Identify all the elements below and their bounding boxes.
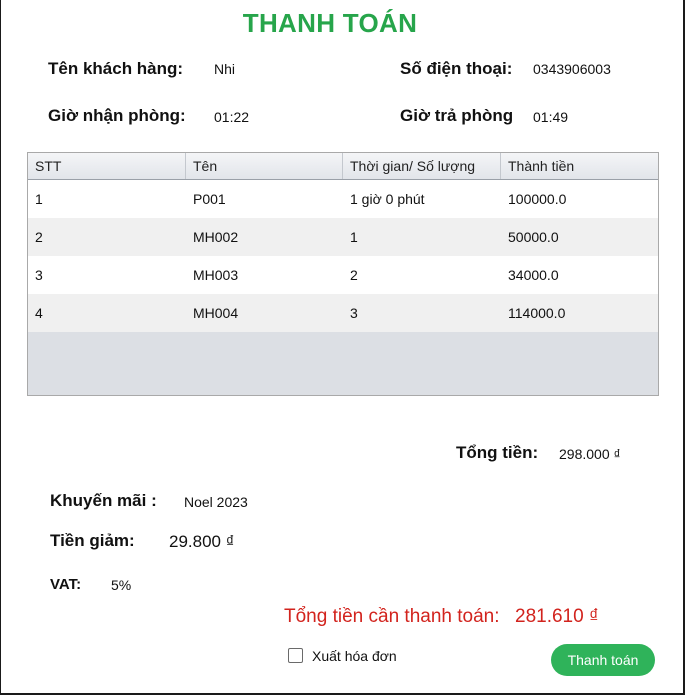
cell-stt: 4	[35, 305, 43, 321]
table-row[interactable]: 2 MH002 1 50000.0	[28, 218, 658, 256]
cell-quantity: 2	[350, 267, 358, 283]
column-header-quantity[interactable]: Thời gian/ Số lượng	[343, 153, 501, 179]
promotion-value: Noel 2023	[184, 494, 248, 510]
invoice-checkbox-label[interactable]: Xuất hóa đơn	[312, 648, 397, 664]
checkin-label: Giờ nhận phòng:	[48, 106, 186, 125]
vat-label: VAT:	[50, 576, 82, 593]
column-header-name[interactable]: Tên	[186, 153, 343, 179]
table-row[interactable]: 3 MH003 2 34000.0	[28, 256, 658, 294]
cell-quantity: 1 giờ 0 phút	[350, 191, 425, 207]
cell-stt: 3	[35, 267, 43, 283]
checkout-value: 01:49	[533, 109, 569, 125]
discount-label: Tiền giảm:	[50, 531, 135, 550]
table-header: STT Tên Thời gian/ Số lượng Thành tiền	[28, 153, 658, 180]
checkout-label: Giờ trả phòng	[400, 106, 514, 125]
grand-total-label: Tổng tiền cần thanh toán:	[284, 606, 500, 627]
table-row[interactable]: 1 P001 1 giờ 0 phút 100000.0	[28, 180, 658, 218]
cell-name: MH002	[193, 229, 239, 245]
cell-stt: 1	[35, 191, 43, 207]
invoice-checkbox[interactable]	[288, 648, 303, 663]
table-row[interactable]: 4 MH004 3 114000.0	[28, 294, 658, 332]
column-header-stt[interactable]: STT	[28, 153, 186, 179]
vat-value: 5%	[111, 577, 132, 593]
total-value: 298.000 ₫	[559, 446, 621, 462]
phone-label: Số điện thoại:	[400, 59, 513, 78]
cell-name: P001	[193, 191, 226, 207]
grand-total-value: 281.610 ₫	[515, 606, 599, 627]
discount-value: 29.800 ₫	[169, 532, 235, 551]
invoice-table[interactable]: STT Tên Thời gian/ Số lượng Thành tiền 1…	[27, 152, 659, 396]
pay-button[interactable]: Thanh toán	[551, 644, 655, 676]
page-title: THANH TOÁN	[242, 8, 418, 38]
column-header-amount[interactable]: Thành tiền	[501, 153, 658, 179]
cell-amount: 114000.0	[508, 305, 566, 321]
phone-value: 0343906003	[533, 61, 611, 77]
customer-name-label: Tên khách hàng:	[48, 59, 184, 78]
cell-name: MH003	[193, 267, 239, 283]
cell-amount: 34000.0	[508, 267, 559, 283]
cell-amount: 100000.0	[508, 191, 567, 207]
cell-name: MH004	[193, 305, 239, 321]
checkin-value: 01:22	[214, 109, 250, 125]
promotion-label: Khuyến mãi :	[50, 491, 157, 510]
cell-quantity: 1	[350, 229, 358, 245]
total-label: Tổng tiền:	[456, 443, 539, 462]
customer-name-value: Nhi	[214, 61, 236, 77]
cell-quantity: 3	[350, 305, 358, 321]
cell-stt: 2	[35, 229, 43, 245]
cell-amount: 50000.0	[508, 229, 559, 245]
